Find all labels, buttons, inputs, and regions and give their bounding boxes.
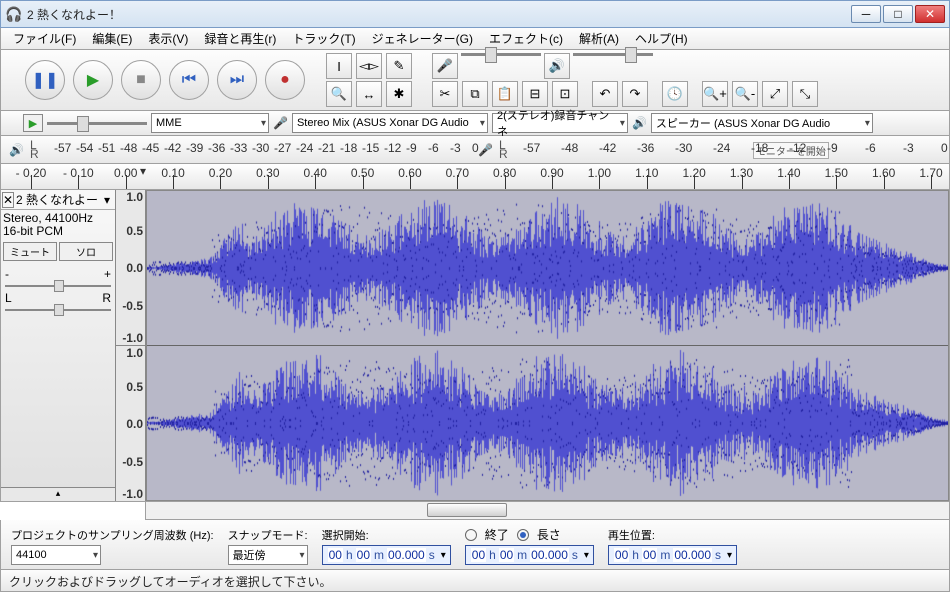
menubar: ファイル(F) 編集(E) 表示(V) 録音と再生(r) トラック(T) ジェネ… bbox=[0, 28, 950, 50]
track-area: ✕ 2 熱くなれよー！ ▾ Stereo, 44100Hz 16-bit PCM… bbox=[0, 190, 950, 502]
horizontal-scrollbar[interactable] bbox=[145, 502, 950, 520]
menu-effect[interactable]: エフェクト(c) bbox=[481, 28, 571, 49]
speaker-icon: 🔊 bbox=[544, 53, 570, 79]
audio-host-combo[interactable]: MME bbox=[151, 113, 269, 133]
copy-button[interactable]: ⧉ bbox=[462, 81, 488, 107]
silence-button[interactable]: ⊡ bbox=[552, 81, 578, 107]
play-device-combo[interactable]: スピーカー (ASUS Xonar DG Audio bbox=[651, 113, 873, 133]
zoom-out-button[interactable]: 🔍- bbox=[732, 81, 758, 107]
recording-meter[interactable]: モニターを開始 -57-48-42-36-30-24-18-12-9-6-30 bbox=[523, 139, 941, 161]
status-text: クリックおよびドラッグしてオーディオを選択して下さい。 bbox=[9, 575, 331, 589]
play-speed-slider[interactable] bbox=[47, 122, 147, 125]
device-toolbar: ▶ MME 🎤 Stereo Mix (ASUS Xonar DG Audio … bbox=[0, 111, 950, 136]
paste-button[interactable]: 📋 bbox=[492, 81, 518, 107]
play-button[interactable]: ▶ bbox=[73, 60, 113, 100]
envelope-tool[interactable]: ◅▻ bbox=[356, 53, 382, 79]
menu-file[interactable]: ファイル(F) bbox=[5, 28, 84, 49]
timeline-ruler[interactable]: ▾ - 0.20- 0.100.000.100.200.300.400.500.… bbox=[0, 164, 950, 190]
playback-meter[interactable]: -57-54-51-48-45-42-39-36-33-30-27-24-21-… bbox=[54, 139, 472, 161]
mic-icon: 🎤 bbox=[273, 116, 288, 130]
play-at-speed-button[interactable]: ▶ bbox=[23, 114, 43, 132]
play-pos-label: 再生位置: bbox=[608, 527, 737, 543]
pause-button[interactable]: ❚❚ bbox=[25, 60, 65, 100]
sel-start-label: 選択開始: bbox=[322, 527, 451, 543]
snap-combo[interactable]: 最近傍 bbox=[228, 545, 308, 565]
track-name[interactable]: 2 熱くなれよー！ bbox=[16, 191, 100, 208]
selection-tool[interactable]: I bbox=[326, 53, 352, 79]
titlebar: 🎧 2 熱くなれよー！ ─ □ ✕ bbox=[0, 0, 950, 28]
sync-lock-button[interactable]: 🕓 bbox=[662, 81, 688, 107]
vertical-scale: 1.0 0.5 0.0 -0.5 -1.0 1.0 0.5 0.0 -0.5 -… bbox=[116, 190, 146, 501]
sel-start-timecode[interactable]: 00h 00m 00.000s▾ bbox=[322, 545, 451, 565]
waveform-display[interactable] bbox=[146, 190, 949, 501]
sel-length-timecode[interactable]: 00h 00m 00.000s▾ bbox=[465, 545, 594, 565]
track-bitdepth: 16-bit PCM bbox=[3, 225, 113, 238]
record-button[interactable]: ● bbox=[265, 60, 305, 100]
draw-tool[interactable]: ✎ bbox=[386, 53, 412, 79]
meter-toolbar: 🔊 LR -57-54-51-48-45-42-39-36-33-30-27-2… bbox=[0, 136, 950, 164]
maximize-button[interactable]: □ bbox=[883, 5, 913, 23]
multi-tool[interactable]: ✱ bbox=[386, 81, 412, 107]
rate-label: プロジェクトのサンプリング周波数 (Hz): bbox=[11, 527, 214, 543]
transport-toolbar: ❚❚ ▶ ■ ⏮ ⏭ ● I ◅▻ ✎ 🔍 ↔ ✱ 🎤 🔊 ✂ ⧉ 📋 ⊟ ⊡ bbox=[0, 50, 950, 111]
mic-icon: 🎤 bbox=[478, 143, 493, 157]
pan-slider[interactable] bbox=[5, 309, 111, 311]
zoom-in-button[interactable]: 🔍+ bbox=[702, 81, 728, 107]
rec-device-combo[interactable]: Stereo Mix (ASUS Xonar DG Audio bbox=[292, 113, 488, 133]
skip-start-button[interactable]: ⏮ bbox=[169, 60, 209, 100]
snap-label: スナップモード: bbox=[228, 527, 308, 543]
play-volume-slider[interactable] bbox=[573, 53, 653, 56]
track-menu-button[interactable]: ▾ bbox=[100, 193, 114, 207]
rec-channels-combo[interactable]: 2(ステレオ)録音チャンネ bbox=[492, 113, 628, 133]
undo-button[interactable]: ↶ bbox=[592, 81, 618, 107]
solo-button[interactable]: ソロ bbox=[59, 242, 113, 261]
playhead-icon[interactable]: ▾ bbox=[140, 164, 146, 178]
close-button[interactable]: ✕ bbox=[915, 5, 945, 23]
menu-generate[interactable]: ジェネレーター(G) bbox=[364, 28, 481, 49]
track-control-panel: ✕ 2 熱くなれよー！ ▾ Stereo, 44100Hz 16-bit PCM… bbox=[1, 190, 116, 501]
play-pos-timecode[interactable]: 00h 00m 00.000s▾ bbox=[608, 545, 737, 565]
fit-selection-button[interactable]: ⤢ bbox=[762, 81, 788, 107]
timeshift-tool[interactable]: ↔ bbox=[356, 81, 382, 107]
minimize-button[interactable]: ─ bbox=[851, 5, 881, 23]
length-radio[interactable] bbox=[517, 529, 529, 541]
app-icon: 🎧 bbox=[5, 6, 21, 22]
zoom-tool[interactable]: 🔍 bbox=[326, 81, 352, 107]
menu-edit[interactable]: 編集(E) bbox=[84, 28, 140, 49]
menu-view[interactable]: 表示(V) bbox=[140, 28, 196, 49]
menu-help[interactable]: ヘルプ(H) bbox=[627, 28, 696, 49]
menu-transport[interactable]: 録音と再生(r) bbox=[196, 28, 284, 49]
mic-icon: 🎤 bbox=[432, 53, 458, 79]
stop-button[interactable]: ■ bbox=[121, 60, 161, 100]
rec-volume-slider[interactable] bbox=[461, 53, 541, 56]
trim-button[interactable]: ⊟ bbox=[522, 81, 548, 107]
gain-slider[interactable] bbox=[5, 285, 111, 287]
window-title: 2 熱くなれよー！ bbox=[27, 6, 851, 23]
redo-button[interactable]: ↷ bbox=[622, 81, 648, 107]
skip-end-button[interactable]: ⏭ bbox=[217, 60, 257, 100]
speaker-icon: 🔊 bbox=[632, 116, 647, 130]
collapse-button[interactable]: ▴ bbox=[1, 487, 115, 501]
menu-tracks[interactable]: トラック(T) bbox=[284, 28, 363, 49]
selection-toolbar: プロジェクトのサンプリング周波数 (Hz): 44100 スナップモード: 最近… bbox=[0, 520, 950, 570]
status-bar: クリックおよびドラッグしてオーディオを選択して下さい。 bbox=[0, 570, 950, 592]
fit-project-button[interactable]: ⤡ bbox=[792, 81, 818, 107]
cut-button[interactable]: ✂ bbox=[432, 81, 458, 107]
menu-analyze[interactable]: 解析(A) bbox=[571, 28, 627, 49]
end-radio[interactable] bbox=[465, 529, 477, 541]
mute-button[interactable]: ミュート bbox=[3, 242, 57, 261]
speaker-icon: 🔊 bbox=[9, 143, 24, 157]
track-close-button[interactable]: ✕ bbox=[2, 192, 14, 208]
project-rate-combo[interactable]: 44100 bbox=[11, 545, 101, 565]
